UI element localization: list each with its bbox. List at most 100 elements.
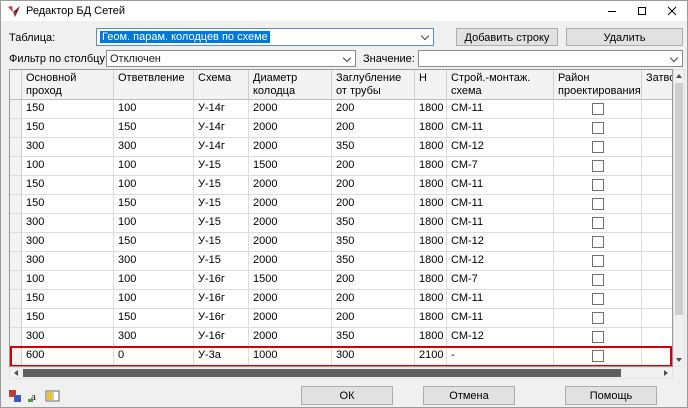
cell[interactable]: [642, 138, 673, 157]
row-selector[interactable]: [10, 328, 22, 347]
table-row[interactable]: 150150У-14г20002001800СМ-11: [10, 119, 672, 138]
row-selector[interactable]: [10, 252, 22, 271]
table-row[interactable]: 150100У-14г20002001800СМ-11: [10, 100, 672, 119]
table-row[interactable]: 300300У-14г20003501800СМ-12: [10, 138, 672, 157]
region-checkbox[interactable]: [592, 217, 604, 229]
table-row[interactable]: 6000У-3а10003002100-: [10, 347, 672, 366]
cell[interactable]: У-14г: [194, 138, 249, 157]
cell[interactable]: [642, 347, 673, 366]
cell[interactable]: 100: [114, 176, 194, 195]
cell[interactable]: 200: [332, 309, 415, 328]
cell[interactable]: 2000: [249, 138, 332, 157]
cell[interactable]: 300: [22, 328, 114, 347]
cell[interactable]: У-16г: [194, 309, 249, 328]
region-checkbox[interactable]: [592, 331, 604, 343]
cell[interactable]: 150: [114, 119, 194, 138]
scroll-right-button[interactable]: [660, 368, 672, 378]
cell[interactable]: 150: [22, 119, 114, 138]
cell[interactable]: 200: [332, 100, 415, 119]
cell[interactable]: 350: [332, 328, 415, 347]
app-logo-icon[interactable]: [7, 4, 21, 18]
cell[interactable]: СМ-7: [447, 271, 554, 290]
cell[interactable]: 200: [332, 176, 415, 195]
row-selector[interactable]: [10, 309, 22, 328]
cell[interactable]: 350: [332, 233, 415, 252]
table-row[interactable]: 300100У-1520003501800СМ-11: [10, 214, 672, 233]
cell[interactable]: 300: [22, 233, 114, 252]
cell[interactable]: 200: [332, 157, 415, 176]
cell[interactable]: 2000: [249, 233, 332, 252]
cell[interactable]: СМ-11: [447, 119, 554, 138]
cell[interactable]: 1500: [249, 271, 332, 290]
row-selector[interactable]: [10, 290, 22, 309]
cell[interactable]: 2000: [249, 328, 332, 347]
cell[interactable]: У-16г: [194, 271, 249, 290]
cell[interactable]: 300: [22, 252, 114, 271]
cell[interactable]: -: [447, 347, 554, 366]
cell[interactable]: 1800: [415, 119, 447, 138]
region-checkbox[interactable]: [592, 236, 604, 248]
cell[interactable]: СМ-12: [447, 233, 554, 252]
scroll-down-button[interactable]: [674, 354, 684, 366]
cell[interactable]: 2000: [249, 309, 332, 328]
cell[interactable]: [642, 252, 673, 271]
column-header[interactable]: Диаметр колодца: [249, 70, 332, 100]
vertical-scroll-thumb[interactable]: [675, 83, 683, 315]
cell[interactable]: [642, 328, 673, 347]
cell[interactable]: СМ-11: [447, 290, 554, 309]
cell[interactable]: [642, 157, 673, 176]
row-selector[interactable]: [10, 138, 22, 157]
delete-selected-button[interactable]: Удалить выделенные: [566, 28, 683, 46]
cell[interactable]: [642, 309, 673, 328]
cell[interactable]: 300: [22, 214, 114, 233]
cell[interactable]: 0: [114, 347, 194, 366]
cell[interactable]: У-15: [194, 233, 249, 252]
row-selector[interactable]: [10, 233, 22, 252]
cell[interactable]: 300: [22, 138, 114, 157]
region-checkbox[interactable]: [592, 350, 604, 362]
row-selector[interactable]: [10, 176, 22, 195]
cell[interactable]: СМ-11: [447, 309, 554, 328]
cell[interactable]: СМ-12: [447, 328, 554, 347]
region-checkbox[interactable]: [592, 103, 604, 115]
cell[interactable]: 350: [332, 214, 415, 233]
cell[interactable]: 1800: [415, 290, 447, 309]
row-selector[interactable]: [10, 347, 22, 366]
footer-tool-button-3[interactable]: [44, 387, 62, 404]
cell[interactable]: 1800: [415, 176, 447, 195]
cell[interactable]: 150: [114, 309, 194, 328]
column-header[interactable]: Н: [415, 70, 447, 100]
cell[interactable]: 350: [332, 252, 415, 271]
filter-combobox[interactable]: Отключен: [106, 50, 356, 67]
cell[interactable]: 2000: [249, 195, 332, 214]
cell[interactable]: СМ-11: [447, 214, 554, 233]
cell[interactable]: 100: [114, 271, 194, 290]
cell[interactable]: У-15: [194, 214, 249, 233]
cell[interactable]: 2000: [249, 214, 332, 233]
cell[interactable]: 600: [22, 347, 114, 366]
cell[interactable]: 350: [332, 138, 415, 157]
cell[interactable]: 300: [332, 347, 415, 366]
cell[interactable]: 1800: [415, 157, 447, 176]
cell[interactable]: 150: [22, 195, 114, 214]
cell[interactable]: 1800: [415, 195, 447, 214]
cell[interactable]: 150: [114, 233, 194, 252]
cell[interactable]: 2000: [249, 100, 332, 119]
cell[interactable]: СМ-11: [447, 100, 554, 119]
cell[interactable]: 100: [114, 214, 194, 233]
column-header[interactable]: Строй.-монтаж. схема: [447, 70, 554, 100]
cell[interactable]: 1800: [415, 271, 447, 290]
cell[interactable]: 1800: [415, 328, 447, 347]
table-row[interactable]: 150100У-16г20002001800СМ-11: [10, 290, 672, 309]
table-row[interactable]: 300150У-1520003501800СМ-12: [10, 233, 672, 252]
table-row[interactable]: 300300У-16г20003501800СМ-12: [10, 328, 672, 347]
cell[interactable]: 1500: [249, 157, 332, 176]
cell[interactable]: 100: [114, 157, 194, 176]
cell[interactable]: 150: [22, 100, 114, 119]
row-selector[interactable]: [10, 157, 22, 176]
region-checkbox[interactable]: [592, 312, 604, 324]
cell[interactable]: 150: [22, 290, 114, 309]
column-header[interactable]: Схема: [194, 70, 249, 100]
cell[interactable]: 100: [22, 271, 114, 290]
cell[interactable]: 200: [332, 119, 415, 138]
